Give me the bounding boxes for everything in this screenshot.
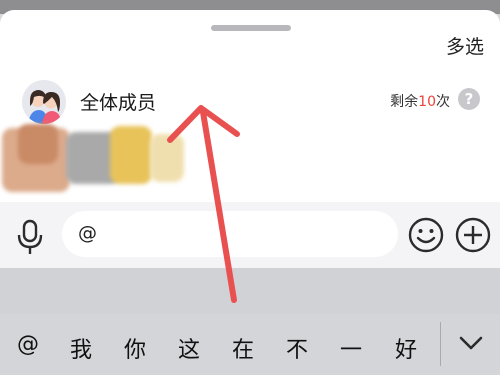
keyboard-spacer	[0, 268, 500, 314]
group-avatar-icon	[22, 80, 66, 124]
question-mark-icon[interactable]: ?	[458, 88, 480, 110]
remaining-suffix: 次	[436, 94, 450, 110]
suggestion-key[interactable]: 好	[389, 332, 423, 364]
multi-select-button[interactable]: 多选	[446, 32, 484, 59]
message-input-value: @	[78, 222, 97, 244]
suggestion-key[interactable]: @	[11, 332, 45, 357]
microphone-icon[interactable]	[14, 219, 46, 255]
smiley-icon[interactable]	[408, 217, 444, 253]
remaining-number: 10	[418, 94, 436, 110]
remaining-prefix: 剩余	[390, 94, 419, 110]
suggestion-key[interactable]: 这	[172, 332, 206, 364]
suggestion-key[interactable]: 不	[280, 332, 314, 364]
mention-sheet: 多选 全体成员 剩余10次 ?	[0, 10, 500, 202]
all-members-label: 全体成员	[80, 92, 157, 114]
keyboard-suggestion-bar: @ 我 你 这 在 不 一 好	[0, 314, 500, 375]
message-input[interactable]: @	[62, 211, 398, 257]
message-input-bar: @	[0, 202, 500, 268]
plus-circle-icon[interactable]	[455, 217, 491, 253]
suggestion-key[interactable]: 我	[64, 332, 98, 364]
chevron-down-icon[interactable]	[458, 334, 484, 352]
suggestion-key[interactable]: 你	[118, 332, 152, 364]
suggestion-key[interactable]: 一	[334, 332, 368, 364]
all-members-row[interactable]: 全体成员 剩余10次 ?	[0, 76, 500, 126]
redacted-contact-area	[0, 122, 200, 196]
suggestion-key[interactable]: 在	[226, 332, 260, 364]
keyboard-divider	[440, 322, 441, 366]
sheet-grabber[interactable]	[211, 25, 291, 31]
remaining-count-text: 剩余10次	[390, 91, 450, 111]
